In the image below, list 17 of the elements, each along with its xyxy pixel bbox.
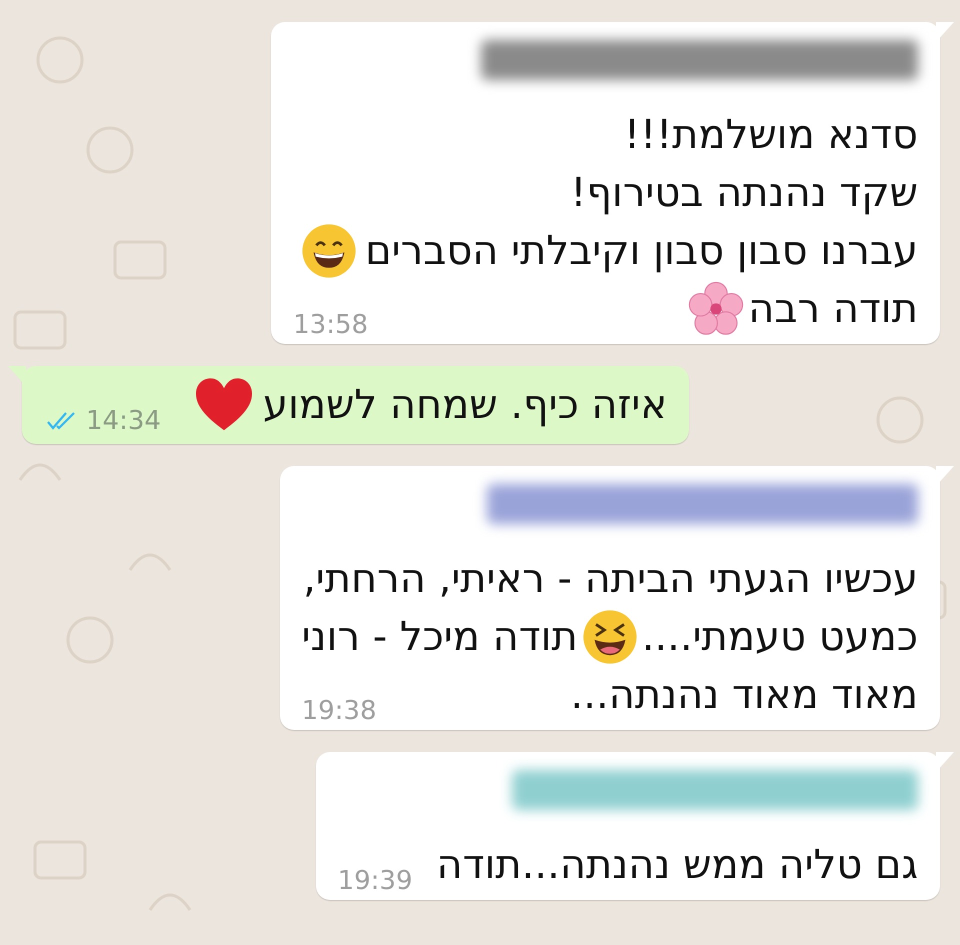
message-text: איזה כיף. שמחה לשמוע — [262, 381, 668, 430]
message-text: תודה מיכל - רוני — [302, 613, 578, 662]
message-text: שקד נהנתה בטירוף! — [570, 169, 918, 218]
message-text: תודה רבה — [748, 285, 918, 334]
message-text: גם טליה ממש נהנתה...תודה — [436, 841, 918, 890]
message-time: 14:34 — [86, 408, 161, 434]
message-text: מאוד מאוד נהנתה... — [570, 671, 918, 720]
message-text: עברנו סבון סבון וקיבלתי הסברים — [365, 227, 918, 276]
message-text: סדנא מושלמת!!! — [624, 111, 918, 160]
laughing-emoji-icon — [582, 609, 638, 665]
message-time: 13:58 — [293, 312, 368, 338]
message-time: 19:39 — [338, 868, 413, 894]
grinning-emoji-icon — [301, 223, 358, 279]
blossom-emoji-icon — [688, 281, 744, 337]
message-text: עכשיו הגעתי הביתה - ראיתי, הרחתי, — [303, 555, 918, 604]
message-time: 19:38 — [302, 698, 377, 724]
message-text: כמעט טעמתי.... — [642, 613, 918, 662]
